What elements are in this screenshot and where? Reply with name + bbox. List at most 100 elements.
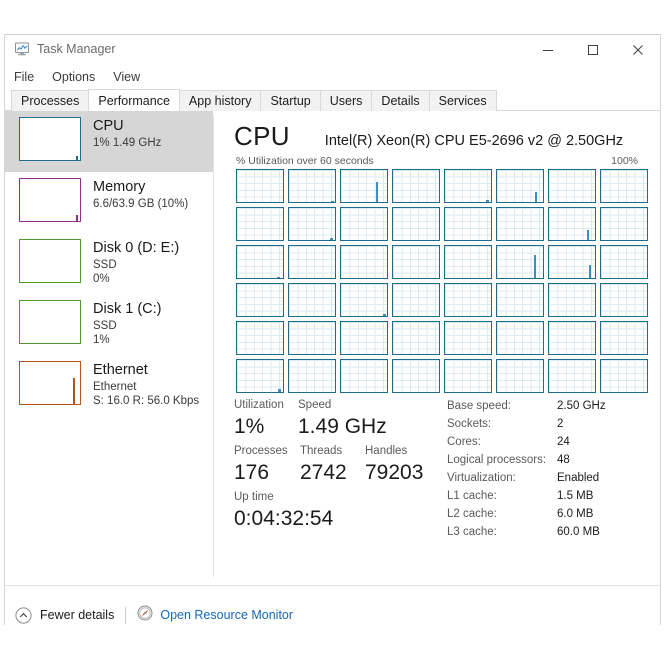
sidebar-item-ethernet-line1: Ethernet (93, 381, 137, 393)
logical-processor-graph (392, 321, 440, 355)
cpu-usage-spike (589, 265, 592, 278)
cpu-usage-spike (375, 182, 378, 202)
cpu-detail-panel: CPU Intel(R) Xeon(R) CPU E5-2696 v2 @ 2.… (214, 111, 660, 585)
tab-startup[interactable]: Startup (260, 90, 321, 111)
tab-performance[interactable]: Performance (88, 89, 180, 111)
spec-row: Sockets: 2 (447, 415, 647, 433)
logical-processor-graph (600, 283, 648, 317)
menu-item-options[interactable]: Options (52, 71, 95, 84)
logical-processor-graph (496, 321, 544, 355)
sidebar-item-disk-1[interactable]: Disk 1 (C:) SSD 1% (5, 294, 213, 355)
cpu-specifications: Base speed: 2.50 GHz Sockets: 2 Cores: 24 Logi… (447, 397, 647, 541)
cpu-usage-spike (330, 237, 334, 240)
logical-processor-graph (288, 359, 336, 393)
logical-processor-graph (392, 169, 440, 203)
spec-row: Logical processors: 48 (447, 451, 647, 469)
spec-value: 24 (557, 436, 570, 448)
performance-body: CPU 1% 1.49 GHz Memory 6.6/63.9 GB (10%)… (5, 111, 660, 585)
spec-row: Cores: 24 (447, 433, 647, 451)
minimize-icon (542, 44, 554, 56)
memory-thumbnail (19, 178, 81, 222)
cpu-header: CPU Intel(R) Xeon(R) CPU E5-2696 v2 @ 2.… (234, 121, 648, 151)
logical-processor-graph (340, 321, 388, 355)
open-resource-monitor-link[interactable]: Open Resource Monitor (137, 605, 293, 626)
sidebar-item-ethernet-line2: S: 16.0 R: 56.0 Kbps (93, 395, 200, 407)
logical-processor-graph (496, 359, 544, 393)
task-manager-window: Task Manager File Options View Processes… (4, 34, 661, 644)
sidebar-item-memory-title: Memory (93, 179, 146, 195)
stat-speed-label: Speed (298, 399, 332, 411)
logical-processor-graph (340, 245, 388, 279)
sidebar-item-cpu-title: CPU (93, 118, 124, 134)
sidebar-item-disk-1-text: Disk 1 (C:) SSD 1% (93, 300, 161, 347)
resource-sidebar: CPU 1% 1.49 GHz Memory 6.6/63.9 GB (10%)… (5, 111, 213, 585)
stat-threads-value: 2742 (300, 461, 347, 484)
spec-value: 1.5 MB (557, 490, 594, 502)
tab-processes[interactable]: Processes (11, 90, 90, 111)
logical-processor-graph-grid[interactable] (236, 169, 648, 393)
graph-caption-right: 100% (611, 155, 638, 167)
spec-key: L1 cache: (447, 490, 497, 502)
sidebar-item-memory[interactable]: Memory 6.6/63.9 GB (10%) (5, 172, 213, 233)
window-title: Task Manager (37, 42, 116, 56)
stat-handles-label: Handles (365, 445, 408, 457)
logical-processor-graph (444, 283, 492, 317)
sidebar-item-disk-0-text: Disk 0 (D: E:) SSD 0% (93, 239, 179, 286)
spec-row: L2 cache: 6.0 MB (447, 505, 647, 523)
tab-users[interactable]: Users (319, 90, 373, 111)
close-icon (632, 44, 644, 56)
sidebar-item-memory-text: Memory 6.6/63.9 GB (10%) (93, 178, 188, 211)
stat-uptime-label: Up time (234, 491, 274, 503)
task-manager-monitor-icon (14, 41, 30, 57)
cpu-usage-spike (278, 389, 282, 392)
spec-value: 6.0 MB (557, 508, 594, 520)
tab-services[interactable]: Services (428, 90, 497, 111)
cpu-usage-spike (533, 254, 536, 278)
logical-processor-graph (340, 359, 388, 393)
logical-processor-graph (288, 169, 336, 203)
maximize-button[interactable] (570, 35, 615, 64)
logical-processor-graph (340, 207, 388, 241)
minimize-button[interactable] (525, 35, 570, 64)
stat-uptime-value: 0:04:32:54 (234, 507, 334, 530)
logical-processor-graph (548, 321, 596, 355)
logical-processor-graph (236, 283, 284, 317)
tab-details[interactable]: Details (371, 90, 430, 111)
sidebar-item-disk-0-line1: SSD (93, 259, 117, 271)
fewer-details-button[interactable]: Fewer details (15, 606, 114, 624)
cpu-usage-spike (486, 200, 490, 202)
sidebar-item-disk-0[interactable]: Disk 0 (D: E:) SSD 0% (5, 233, 213, 294)
sidebar-item-cpu[interactable]: CPU 1% 1.49 GHz (5, 111, 213, 172)
footer-separator (125, 606, 127, 624)
logical-processor-graph (496, 207, 544, 241)
maximize-icon (587, 44, 599, 56)
logical-processor-graph (548, 359, 596, 393)
logical-processor-graph (496, 283, 544, 317)
close-button[interactable] (615, 35, 660, 64)
stat-speed: Speed 1.49 GHz (298, 397, 418, 440)
logical-processor-graph (444, 207, 492, 241)
menu-item-file[interactable]: File (14, 71, 34, 84)
page-title: CPU (234, 121, 290, 151)
ethernet-thumbnail (19, 361, 81, 405)
spec-key: Base speed: (447, 400, 511, 412)
graph-caption: % Utilization over 60 seconds 100% (236, 155, 638, 167)
resource-monitor-icon (137, 605, 153, 626)
spec-key: Logical processors: (447, 454, 547, 466)
stat-processes-label: Processes (234, 445, 288, 457)
sidebar-item-ethernet[interactable]: Ethernet Ethernet S: 16.0 R: 56.0 Kbps (5, 355, 213, 416)
logical-processor-graph (444, 359, 492, 393)
memory-thumbnail-spike (75, 215, 78, 221)
logical-processor-graph (392, 283, 440, 317)
menu-item-view[interactable]: View (113, 71, 140, 84)
logical-processor-graph (340, 169, 388, 203)
sidebar-item-ethernet-title: Ethernet (93, 362, 148, 378)
logical-processor-graph (288, 245, 336, 279)
tab-bar: Processes Performance App history Startu… (5, 89, 660, 111)
tab-app-history[interactable]: App history (178, 90, 262, 111)
logical-processor-graph (288, 283, 336, 317)
stat-row-3: Up time 0:04:32:54 (234, 489, 449, 532)
logical-processor-graph (340, 283, 388, 317)
spec-key: Virtualization: (447, 472, 516, 484)
stat-handles-value: 79203 (365, 461, 424, 484)
